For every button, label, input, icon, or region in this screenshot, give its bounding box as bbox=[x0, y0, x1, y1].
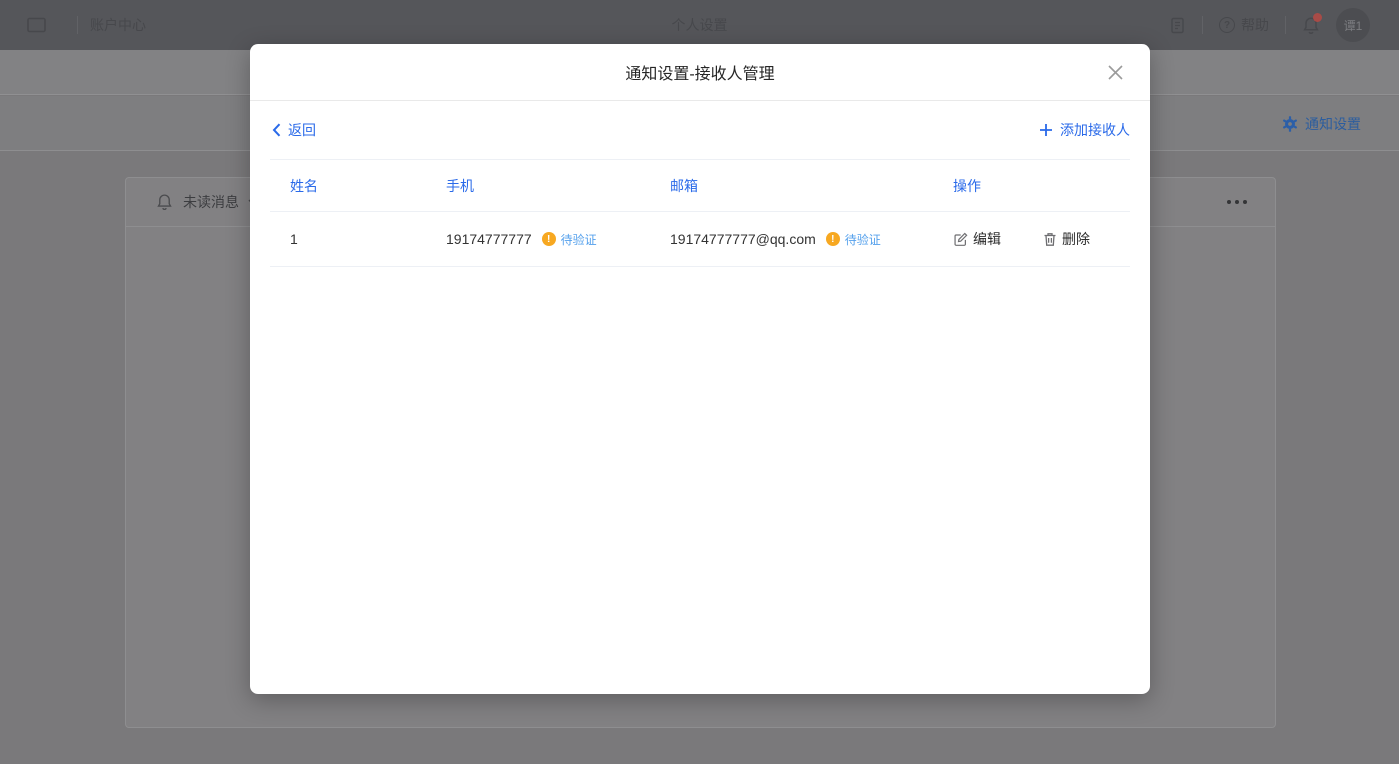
modal-title: 通知设置-接收人管理 bbox=[625, 60, 774, 84]
column-header-name: 姓名 bbox=[270, 176, 426, 196]
modal-header: 通知设置-接收人管理 bbox=[250, 44, 1150, 101]
trash-icon bbox=[1043, 232, 1057, 247]
warning-icon bbox=[826, 232, 840, 246]
column-header-phone: 手机 bbox=[426, 176, 650, 196]
edit-label: 编辑 bbox=[973, 229, 1001, 249]
bell-icon bbox=[156, 193, 173, 211]
delete-label: 删除 bbox=[1062, 229, 1090, 249]
notification-badge bbox=[1313, 13, 1322, 22]
modal-close-button[interactable] bbox=[1104, 61, 1126, 83]
notification-settings-button: 通知设置 bbox=[1282, 96, 1361, 151]
phone-verify-link[interactable]: 待验证 bbox=[561, 231, 597, 248]
recipient-phone: 19174777777 bbox=[446, 231, 532, 247]
column-header-email: 邮箱 bbox=[650, 176, 933, 196]
table-header-row: 姓名 手机 邮箱 操作 bbox=[270, 159, 1130, 212]
warning-icon bbox=[542, 232, 556, 246]
edit-icon bbox=[953, 232, 968, 247]
add-recipient-button[interactable]: 添加接收人 bbox=[1039, 120, 1130, 140]
help-label: 帮助 bbox=[1241, 15, 1269, 35]
notification-settings-label: 通知设置 bbox=[1305, 114, 1361, 134]
modal-toolbar: 返回 添加接收人 bbox=[250, 101, 1150, 159]
recipient-actions-cell: 编辑 删除 bbox=[933, 229, 1130, 249]
unread-messages-label: 未读消息 bbox=[183, 192, 239, 212]
page-title: 个人设置 bbox=[672, 15, 728, 35]
more-options-icon bbox=[1227, 200, 1247, 204]
recipients-table: 姓名 手机 邮箱 操作 1 19174777777 待验证 1917477777… bbox=[270, 159, 1130, 267]
recipient-email: 19174777777@qq.com bbox=[670, 231, 816, 247]
notifications-bell-button bbox=[1302, 16, 1320, 35]
help-button: 帮助 bbox=[1219, 15, 1269, 35]
add-recipient-label: 添加接收人 bbox=[1060, 120, 1130, 140]
table-row: 1 19174777777 待验证 19174777777@qq.com 待验证… bbox=[270, 212, 1130, 267]
back-button[interactable]: 返回 bbox=[272, 120, 316, 140]
email-verify-link[interactable]: 待验证 bbox=[845, 231, 881, 248]
top-bar: 账户中心 个人设置 帮助 谭1 bbox=[0, 0, 1399, 50]
close-icon bbox=[1107, 64, 1124, 81]
edit-button[interactable]: 编辑 bbox=[953, 229, 1001, 249]
gear-icon bbox=[1282, 116, 1298, 132]
avatar-label: 谭1 bbox=[1344, 17, 1363, 34]
avatar: 谭1 bbox=[1336, 8, 1370, 42]
back-label: 返回 bbox=[288, 120, 316, 140]
docs-icon bbox=[1169, 17, 1186, 34]
delete-button[interactable]: 删除 bbox=[1043, 229, 1090, 249]
plus-icon bbox=[1039, 123, 1053, 137]
topbar-divider bbox=[77, 16, 78, 34]
chevron-left-icon bbox=[272, 123, 281, 137]
product-name: 账户中心 bbox=[90, 15, 146, 35]
recipient-phone-cell: 19174777777 待验证 bbox=[426, 231, 650, 248]
console-icon bbox=[27, 17, 46, 33]
recipients-modal: 通知设置-接收人管理 返回 添加接收人 姓名 手机 邮箱 操作 1 191747… bbox=[250, 44, 1150, 694]
topbar-divider bbox=[1285, 16, 1286, 34]
topbar-divider bbox=[1202, 16, 1203, 34]
question-icon bbox=[1219, 17, 1235, 33]
recipient-email-cell: 19174777777@qq.com 待验证 bbox=[650, 231, 933, 248]
column-header-actions: 操作 bbox=[933, 176, 1130, 196]
recipient-name: 1 bbox=[270, 231, 426, 247]
